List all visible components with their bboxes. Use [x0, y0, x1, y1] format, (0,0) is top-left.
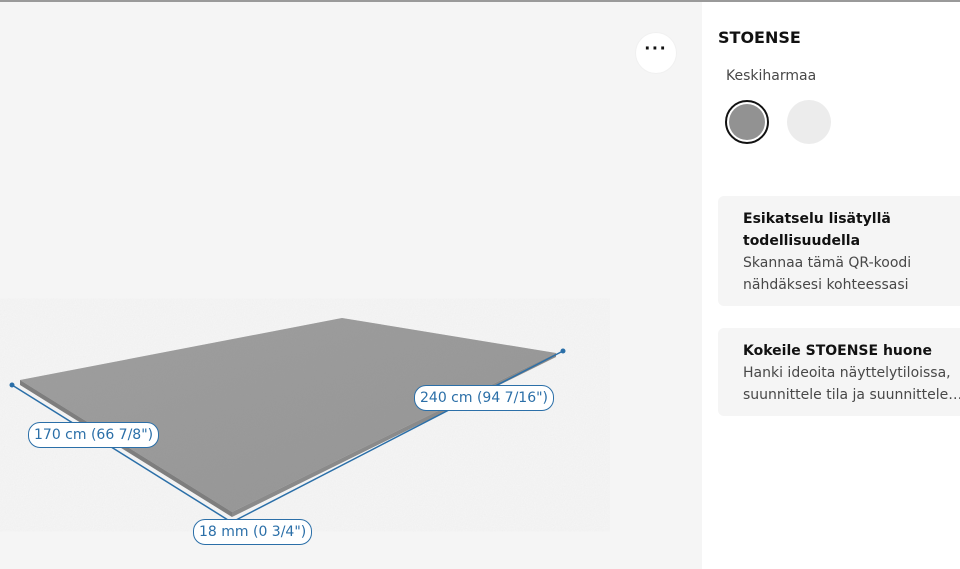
- color-swatch-medium-grey[interactable]: [725, 100, 769, 144]
- room-card-text: Hanki ideoita näyttelytiloissa, suunnitt…: [743, 365, 960, 403]
- color-name: Keskiharmaa: [726, 68, 817, 84]
- more-icon: ···: [644, 38, 668, 60]
- ar-card-title: Esikatselu lisätyllä todellisuudella: [743, 211, 891, 249]
- room-card-title: Kokeile STOENSE huone: [743, 343, 932, 359]
- thickness-dimension-label: 18 mm (0 3/4"): [193, 519, 313, 545]
- room-ideas-card[interactable]: Kokeile STOENSE huone Hanki ideoita näyt…: [718, 328, 960, 416]
- rug-3d-model[interactable]: [0, 2, 702, 569]
- ar-card-text: Skannaa tämä QR-koodi nähdäksesi kohtees…: [743, 255, 912, 293]
- color-swatch-light[interactable]: [787, 100, 831, 144]
- product-name: STOENSE: [718, 28, 801, 47]
- ar-preview-card[interactable]: Esikatselu lisätyllä todellisuudella Ska…: [718, 196, 960, 306]
- 3d-viewer[interactable]: ··· 170 cm (66 7/8") 240 cm (94 7/16") 1…: [0, 2, 702, 569]
- more-options-button[interactable]: ···: [636, 33, 676, 73]
- product-panel: STOENSE Keskiharmaa Esikatselu lisätyllä…: [702, 2, 960, 569]
- length-dimension-label: 240 cm (94 7/16"): [414, 385, 555, 411]
- width-dimension-label: 170 cm (66 7/8"): [28, 422, 160, 448]
